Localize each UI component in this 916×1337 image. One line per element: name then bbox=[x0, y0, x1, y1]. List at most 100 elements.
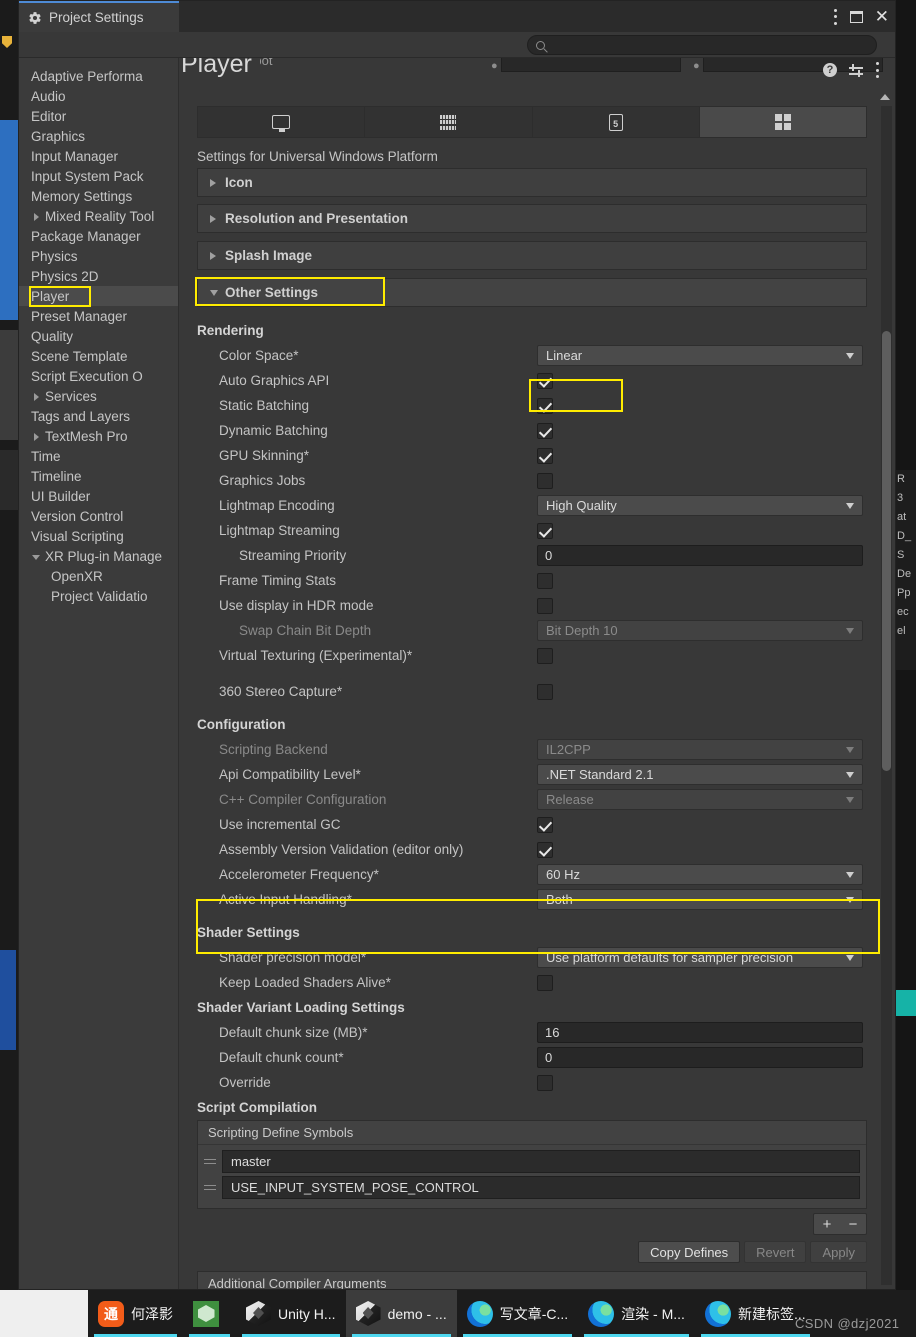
sidebar-item-label: Memory Settings bbox=[31, 188, 133, 204]
preset-sliders-icon[interactable] bbox=[849, 63, 863, 77]
sidebar-item-scene-template[interactable]: Scene Template bbox=[19, 346, 178, 366]
sidebar-item-mixed-reality-toolkit[interactable]: Mixed Reality Tool bbox=[19, 206, 178, 226]
taskbar-item-edge-render[interactable]: 渲染 - M... bbox=[578, 1290, 695, 1337]
default-chunk-size-input[interactable]: 16 bbox=[537, 1022, 863, 1043]
taskbar-item-green-app[interactable] bbox=[183, 1290, 236, 1337]
row-api-compatibility-level: Api Compatibility Level* .NET Standard 2… bbox=[197, 762, 867, 787]
keep-loaded-shaders-alive-checkbox[interactable] bbox=[537, 974, 553, 991]
close-button[interactable]: ✕ bbox=[875, 8, 889, 25]
override-checkbox[interactable] bbox=[537, 1074, 553, 1091]
sidebar-item-audio[interactable]: Audio bbox=[19, 86, 178, 106]
sidebar-item-time[interactable]: Time bbox=[19, 446, 178, 466]
use-display-hdr-checkbox[interactable] bbox=[537, 597, 553, 614]
default-chunk-count-input[interactable]: 0 bbox=[537, 1047, 863, 1068]
sidebar-item-services[interactable]: Services bbox=[19, 386, 178, 406]
assembly-version-validation-checkbox[interactable] bbox=[537, 841, 553, 858]
taskbar-item-wechat[interactable]: 通 何泽影 bbox=[88, 1290, 183, 1337]
tab-uwp[interactable] bbox=[699, 107, 866, 137]
taskbar-item-edge-new-tab[interactable]: 新建标签... bbox=[695, 1290, 816, 1337]
foldout-splash-image[interactable]: Splash Image bbox=[197, 241, 867, 270]
shader-precision-model-dropdown[interactable]: Use platform defaults for sampler precis… bbox=[537, 947, 863, 968]
graphics-jobs-checkbox[interactable] bbox=[537, 472, 553, 489]
tab-webgl[interactable]: 5 bbox=[532, 107, 700, 137]
add-remove-wrap: + − bbox=[197, 1213, 867, 1235]
foldout-icon[interactable]: Icon bbox=[197, 168, 867, 197]
sidebar-item-label: Physics 2D bbox=[31, 268, 99, 284]
sidebar-item-physics-2d[interactable]: Physics 2D bbox=[19, 266, 178, 286]
sidebar-item-ui-builder[interactable]: UI Builder bbox=[19, 486, 178, 506]
content-scrollbar-track[interactable] bbox=[881, 106, 892, 1285]
window-tab-label: Project Settings bbox=[49, 10, 144, 25]
gpu-skinning-checkbox[interactable] bbox=[537, 447, 553, 464]
copy-defines-button[interactable]: Copy Defines bbox=[638, 1241, 741, 1263]
sidebar-item-physics[interactable]: Physics bbox=[19, 246, 178, 266]
dynamic-batching-checkbox[interactable] bbox=[537, 422, 553, 439]
sidebar-item-package-manager[interactable]: Package Manager bbox=[19, 226, 178, 246]
sidebar-item-timeline[interactable]: Timeline bbox=[19, 466, 178, 486]
lightmap-encoding-dropdown[interactable]: High Quality bbox=[537, 495, 863, 516]
api-compatibility-level-dropdown[interactable]: .NET Standard 2.1 bbox=[537, 764, 863, 785]
sidebar-item-quality[interactable]: Quality bbox=[19, 326, 178, 346]
clipped-field-1[interactable] bbox=[501, 58, 681, 72]
content-scrollbar-thumb[interactable] bbox=[882, 331, 891, 771]
lightmap-streaming-checkbox[interactable] bbox=[537, 522, 553, 539]
sidebar-item-version-control[interactable]: Version Control bbox=[19, 506, 178, 526]
sidebar-item-xr-plugin-management[interactable]: XR Plug-in Manage bbox=[19, 546, 178, 566]
sidebar-item-tags-and-layers[interactable]: Tags and Layers bbox=[19, 406, 178, 426]
sidebar-item-input-manager[interactable]: Input Manager bbox=[19, 146, 178, 166]
foldout-other-settings[interactable]: Other Settings bbox=[197, 278, 867, 307]
window-menu-button[interactable] bbox=[834, 8, 838, 25]
tab-standalone[interactable] bbox=[198, 107, 366, 137]
frame-timing-stats-checkbox[interactable] bbox=[537, 572, 553, 589]
virtual-texturing-checkbox[interactable] bbox=[537, 647, 553, 664]
chevron-down-icon bbox=[846, 746, 854, 753]
taskbar-item-unity-hub[interactable]: Unity H... bbox=[236, 1290, 346, 1337]
define-symbol-input[interactable]: master bbox=[222, 1150, 860, 1173]
auto-graphics-api-checkbox[interactable] bbox=[537, 372, 553, 389]
drag-handle-icon[interactable] bbox=[204, 1184, 216, 1192]
sidebar-item-player[interactable]: Player bbox=[19, 286, 178, 306]
sidebar-item-label: Player bbox=[31, 288, 70, 304]
define-symbol-input[interactable]: USE_INPUT_SYSTEM_POSE_CONTROL bbox=[222, 1176, 860, 1199]
sidebar-item-openxr[interactable]: OpenXR bbox=[19, 566, 178, 586]
settings-for-label: Settings for Universal Windows Platform bbox=[197, 149, 438, 164]
sidebar-item-script-execution-order[interactable]: Script Execution O bbox=[19, 366, 178, 386]
remove-define-button[interactable]: − bbox=[840, 1214, 866, 1234]
apply-button[interactable]: Apply bbox=[810, 1241, 867, 1263]
tab-dedicated-server[interactable] bbox=[365, 107, 533, 137]
accelerometer-frequency-dropdown[interactable]: 60 Hz bbox=[537, 864, 863, 885]
use-incremental-gc-checkbox[interactable] bbox=[537, 816, 553, 833]
sidebar-item-memory-settings[interactable]: Memory Settings bbox=[19, 186, 178, 206]
add-define-button[interactable]: + bbox=[814, 1214, 840, 1234]
streaming-priority-input[interactable]: 0 bbox=[537, 545, 863, 566]
revert-button[interactable]: Revert bbox=[744, 1241, 807, 1263]
search-input[interactable] bbox=[550, 39, 876, 51]
row-label: Graphics Jobs bbox=[219, 473, 306, 488]
sidebar-item-textmesh-pro[interactable]: TextMesh Pro bbox=[19, 426, 178, 446]
sidebar-item-project-validation[interactable]: Project Validatio bbox=[19, 586, 178, 606]
settings-sidebar[interactable]: Adaptive Performa Audio Editor Graphics … bbox=[19, 58, 179, 1289]
sidebar-item-editor[interactable]: Editor bbox=[19, 106, 178, 126]
drag-handle-icon[interactable] bbox=[204, 1158, 216, 1166]
panel-menu-button[interactable] bbox=[875, 62, 879, 78]
sidebar-item-graphics[interactable]: Graphics bbox=[19, 126, 178, 146]
sidebar-item-label: Graphics bbox=[31, 128, 86, 144]
stereo-capture-checkbox[interactable] bbox=[537, 683, 553, 700]
group-header-shader-variant-loading: Shader Variant Loading Settings bbox=[197, 1000, 405, 1015]
color-space-dropdown[interactable]: Linear bbox=[537, 345, 863, 366]
scroll-up-arrow[interactable] bbox=[880, 94, 890, 100]
other-settings-panel: Rendering Color Space* Linear Auto Graph… bbox=[197, 318, 867, 1289]
taskbar-item-demo-unity[interactable]: demo - ... bbox=[345, 1290, 457, 1337]
static-batching-checkbox[interactable] bbox=[537, 397, 553, 414]
maximize-button[interactable] bbox=[849, 10, 863, 23]
sidebar-item-input-system-package[interactable]: Input System Pack bbox=[19, 166, 178, 186]
sidebar-item-adaptive-performance[interactable]: Adaptive Performa bbox=[19, 66, 178, 86]
foldout-resolution-and-presentation[interactable]: Resolution and Presentation bbox=[197, 204, 867, 233]
active-input-handling-dropdown[interactable]: Both bbox=[537, 889, 863, 910]
taskbar-item-edge-write-article[interactable]: 写文章-C... bbox=[457, 1290, 578, 1337]
search-box[interactable] bbox=[527, 35, 877, 55]
sidebar-item-visual-scripting[interactable]: Visual Scripting bbox=[19, 526, 178, 546]
help-icon[interactable]: ? bbox=[823, 63, 837, 77]
tab-project-settings[interactable]: Project Settings bbox=[19, 1, 179, 32]
sidebar-item-preset-manager[interactable]: Preset Manager bbox=[19, 306, 178, 326]
